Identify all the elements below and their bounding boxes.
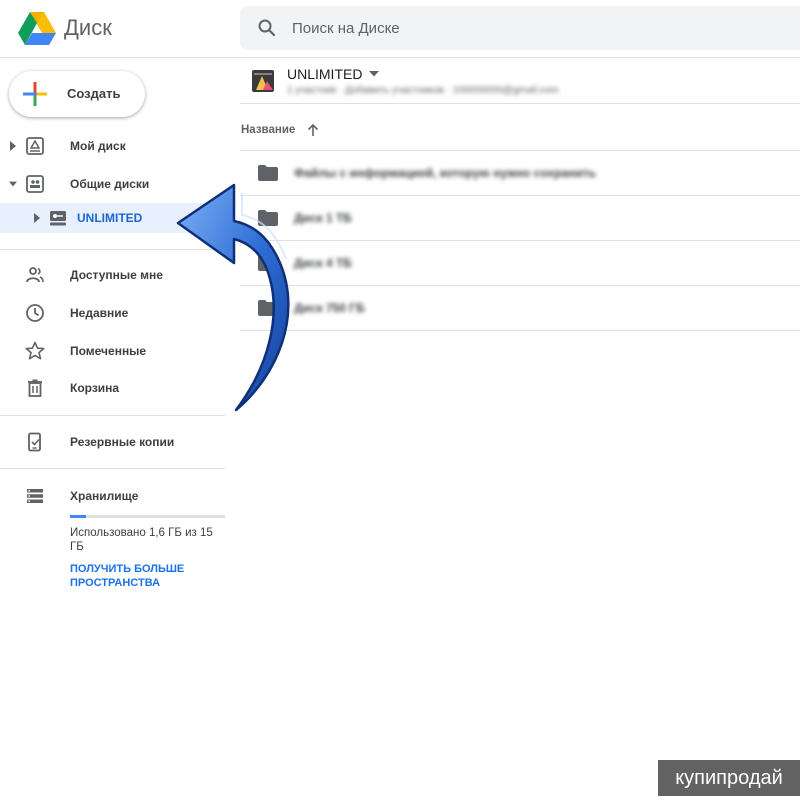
search-input[interactable] [292,6,772,50]
expand-arrow-icon[interactable] [33,213,41,223]
people-icon [26,267,44,283]
sidebar-item-label: Резервные копии [70,435,175,449]
backup-icon [28,432,41,452]
table-row[interactable]: Диск 1 ТБ [240,196,800,241]
get-more-storage-link[interactable]: ПОЛУЧИТЬ БОЛЬШЕ ПРОСТРАНСТВА [70,562,220,590]
create-label: Создать [67,86,121,101]
sort-ascending-icon[interactable] [307,123,319,137]
column-header-name[interactable]: Название [241,124,295,136]
shared-drive-icon [50,211,66,226]
curved-arrow-icon [176,183,290,412]
sidebar-item-label: Общие диски [70,177,150,191]
sidebar-divider [0,415,225,416]
app-title: Диск [64,15,112,40]
toolbar-divider [240,103,800,104]
search-icon[interactable] [257,18,277,38]
my-drive-icon [26,137,44,155]
expand-arrow-icon[interactable] [9,141,17,151]
shared-drives-icon [26,175,44,193]
dropdown-caret-icon[interactable] [369,71,379,77]
trash-icon [28,379,42,397]
sidebar-item-label: Помеченные [70,344,147,358]
plus-icon [23,82,47,106]
star-icon [25,341,45,360]
sidebar-item-storage[interactable]: Хранилище [0,479,225,513]
table-row[interactable]: Диск 4 ТБ [240,241,800,286]
collapse-arrow-icon[interactable] [9,179,17,189]
watermark: купипродай [658,760,800,796]
sidebar-item-label: Доступные мне [70,268,163,282]
drive-members-info: 1 участник · Добавить участников · 10000… [287,85,559,96]
storage-icon [27,489,43,503]
clock-icon [26,304,44,322]
sidebar-item-my-drive[interactable]: Мой диск [0,129,225,163]
drive-logo-icon [18,12,56,45]
sidebar-item-label: Корзина [70,381,120,395]
table-row[interactable]: Диск 750 ГБ [240,286,800,331]
search-bar[interactable] [240,6,800,50]
storage-usage-text: Использовано 1,6 ГБ из 15 ГБ [70,527,213,553]
storage-progress-fill [70,515,86,518]
storage-progress-bar [70,515,225,518]
create-button[interactable]: Создать [9,71,145,117]
header-divider [0,57,800,58]
sidebar-item-label: Мой диск [70,139,126,153]
sidebar-item-label: UNLIMITED [77,211,143,225]
shared-drive-thumbnail [252,70,274,92]
drive-name[interactable]: UNLIMITED [287,66,362,82]
sidebar-divider [0,468,225,469]
sidebar-item-label: Недавние [70,306,129,320]
sidebar-item-backups[interactable]: Резервные копии [0,425,225,459]
file-name: Файлы с информацией, которую нужно сохра… [294,166,596,180]
sidebar-item-label: Хранилище [70,489,139,503]
table-row[interactable]: Файлы с информацией, которую нужно сохра… [240,151,800,196]
